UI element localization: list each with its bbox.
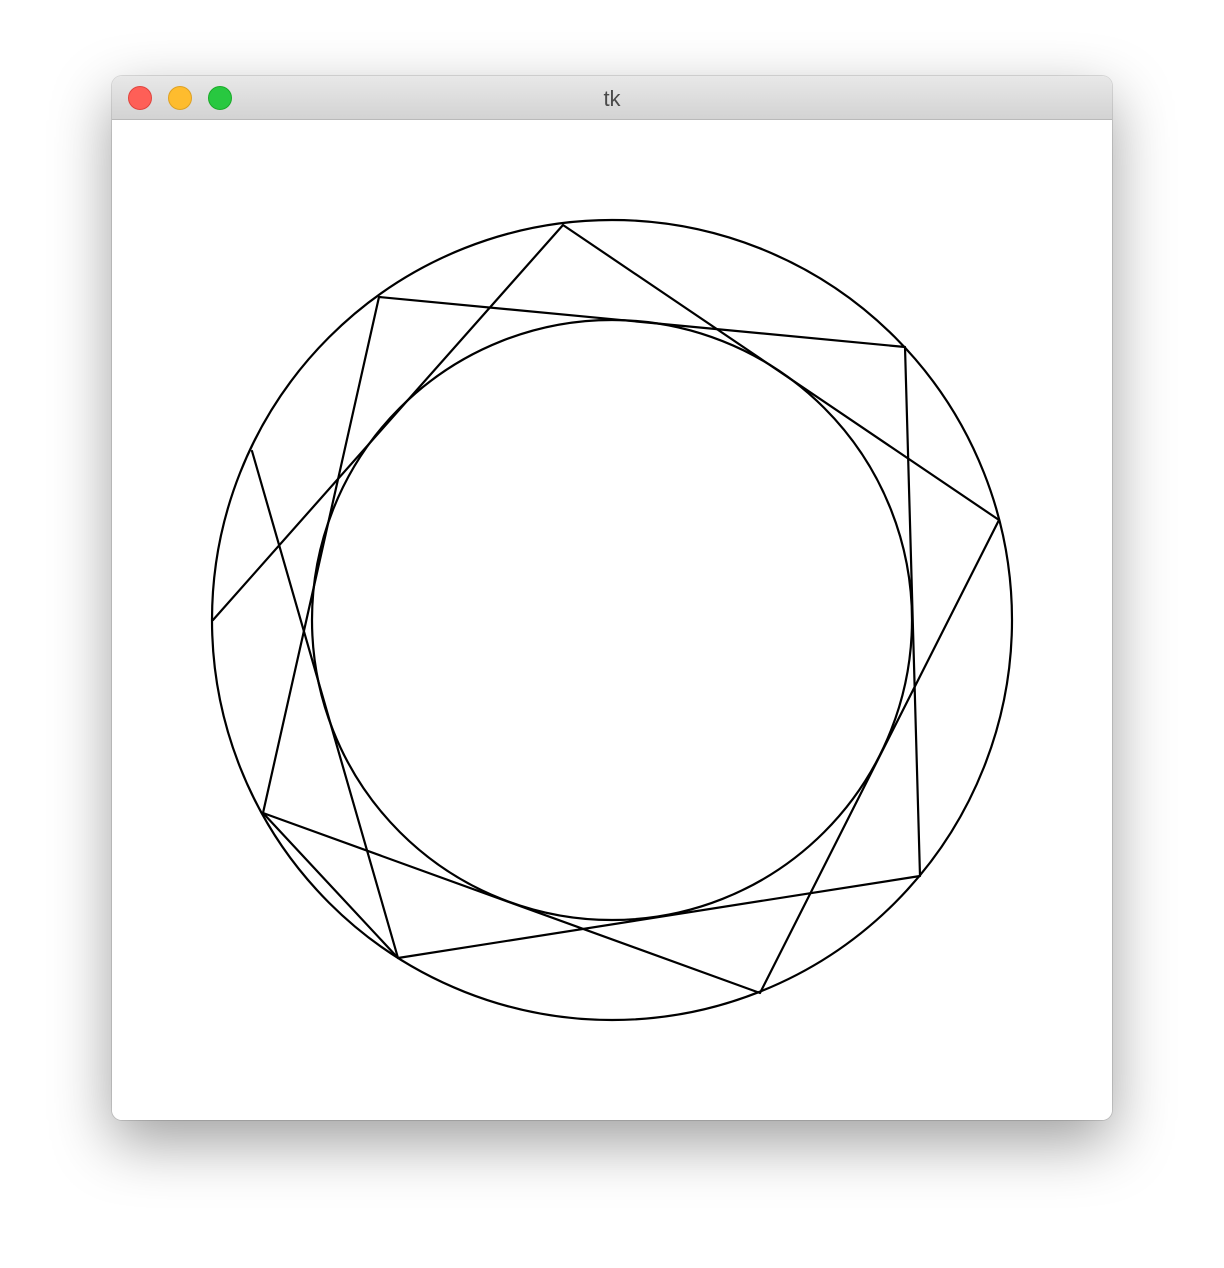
app-window: tk xyxy=(112,76,1112,1120)
canvas-drawing xyxy=(210,218,1014,1022)
inner-circle xyxy=(310,318,914,922)
diagonal-line xyxy=(250,449,400,960)
window-title: tk xyxy=(603,86,621,111)
pentagon-shape xyxy=(261,295,922,960)
drawing-canvas[interactable] xyxy=(112,120,1112,1120)
outer-circle xyxy=(210,218,1014,1022)
title-bar[interactable]: tk xyxy=(112,76,1112,120)
star-path-a xyxy=(211,223,1001,995)
